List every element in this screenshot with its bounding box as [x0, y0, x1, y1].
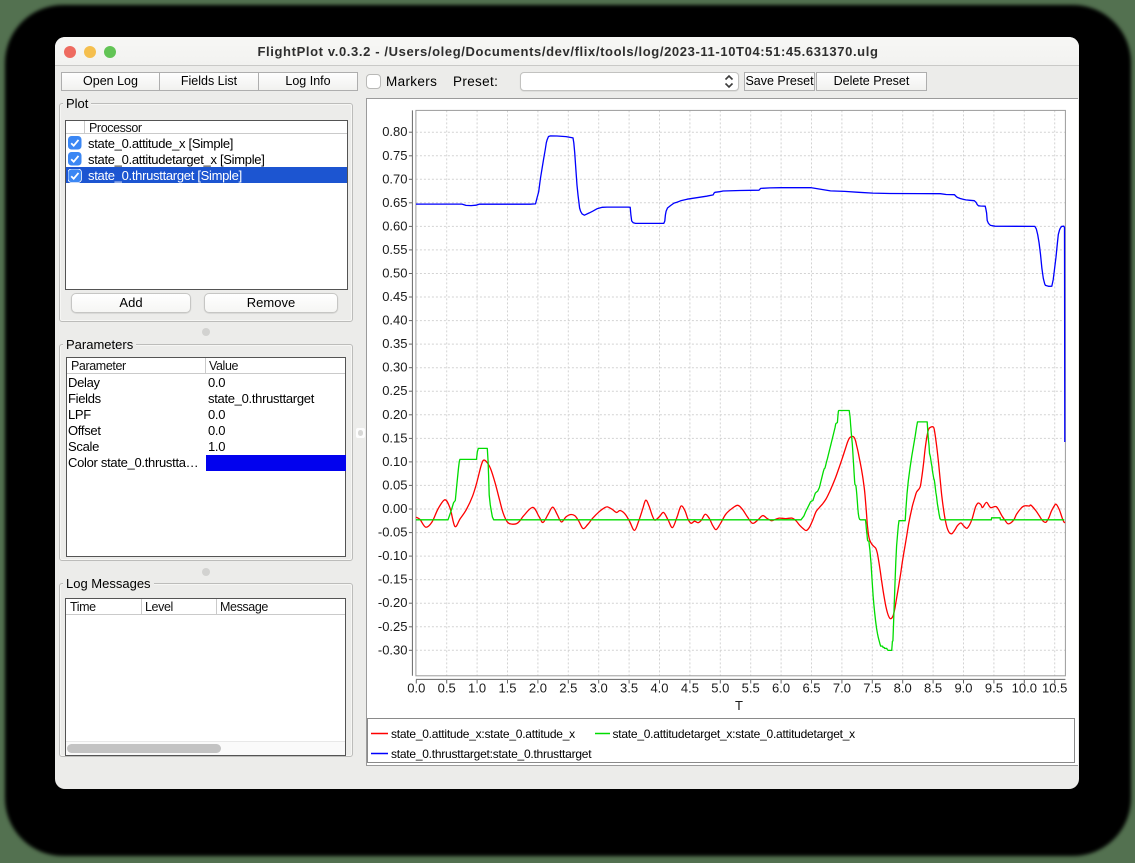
svg-text:0.55: 0.55 [382, 242, 407, 257]
svg-text:0.80: 0.80 [382, 124, 407, 139]
svg-text:-0.20: -0.20 [378, 595, 408, 610]
svg-text:0.65: 0.65 [382, 195, 407, 210]
svg-text:-0.30: -0.30 [378, 642, 408, 657]
svg-text:0.20: 0.20 [382, 407, 407, 422]
svg-text:-0.25: -0.25 [378, 619, 408, 634]
svg-text:0.60: 0.60 [382, 218, 407, 233]
svg-text:0.00: 0.00 [382, 501, 407, 516]
svg-text:-0.15: -0.15 [378, 572, 408, 587]
svg-text:0.05: 0.05 [382, 477, 407, 492]
svg-text:0.30: 0.30 [382, 360, 407, 375]
svg-text:0.50: 0.50 [382, 266, 407, 281]
svg-text:0.15: 0.15 [382, 430, 407, 445]
svg-text:0.75: 0.75 [382, 148, 407, 163]
svg-text:0.25: 0.25 [382, 383, 407, 398]
svg-text:-0.05: -0.05 [378, 525, 408, 540]
svg-text:T: T [735, 698, 743, 713]
svg-text:-0.10: -0.10 [378, 548, 408, 563]
svg-text:0.45: 0.45 [382, 289, 407, 304]
svg-text:0.40: 0.40 [382, 313, 407, 328]
svg-text:0.70: 0.70 [382, 171, 407, 186]
svg-text:0.35: 0.35 [382, 336, 407, 351]
svg-text:0.10: 0.10 [382, 454, 407, 469]
